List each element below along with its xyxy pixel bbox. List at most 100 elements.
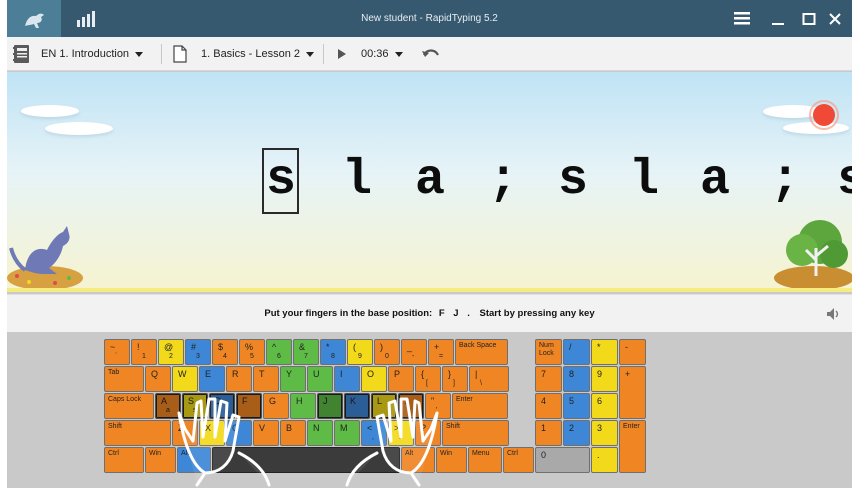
key--: ^ 6 — [266, 339, 292, 365]
key-label: 3 — [597, 423, 603, 433]
lesson-dropdown[interactable]: 1. Basics - Lesson 2 — [201, 37, 315, 71]
key-n: N — [307, 420, 333, 446]
course-label: EN 1. Introduction — [41, 48, 130, 60]
close-button[interactable] — [818, 0, 852, 37]
key--: >. — [388, 420, 414, 446]
course-dropdown[interactable]: EN 1. Introduction — [41, 37, 144, 71]
key-sublabel: ' — [436, 407, 438, 414]
key--: & 7 — [293, 339, 319, 365]
app-logo-button[interactable] — [7, 0, 61, 37]
key-p: P — [388, 366, 414, 392]
key-label: B — [286, 423, 293, 433]
text-cursor-box — [262, 148, 299, 214]
cloud — [21, 105, 79, 117]
numpad-key-enter: Enter — [619, 420, 646, 473]
key-h: H — [290, 393, 316, 419]
numpad-key--: + — [619, 366, 646, 419]
key--: % 5 — [239, 339, 265, 365]
chevron-down-icon — [306, 51, 315, 57]
toolbar-divider — [323, 44, 324, 64]
key--: :; — [398, 393, 424, 419]
key-label: > — [394, 423, 400, 433]
numpad-key-6: 6 — [591, 393, 618, 419]
lesson-text-line: s l a ; s l a ; s — [7, 148, 852, 218]
key-label: N — [313, 423, 320, 433]
key-label: _ — [407, 342, 413, 352]
undo-icon — [422, 49, 439, 57]
key-label: 7 — [541, 369, 547, 379]
minimize-button[interactable] — [761, 0, 795, 37]
restart-button[interactable] — [421, 37, 441, 71]
toolbar-divider — [161, 44, 162, 64]
cloud — [45, 122, 113, 135]
key-label: M — [340, 423, 348, 433]
key-alt: Alt — [177, 447, 211, 473]
key-label: 5 — [569, 396, 575, 406]
hamburger-menu-icon — [734, 12, 750, 25]
key-b: B — [280, 420, 306, 446]
document-icon — [173, 45, 187, 63]
numpad-key--: / — [563, 339, 590, 365]
key-label: Menu — [472, 450, 490, 457]
key-label: Y — [286, 369, 293, 379]
key-g: G — [263, 393, 289, 419]
key-label: Q — [151, 369, 159, 379]
key-f: F — [236, 393, 262, 419]
base-position-keys: F J . — [438, 308, 473, 319]
key-sublabel: ] — [453, 380, 455, 387]
statistics-button[interactable] — [61, 0, 111, 37]
lesson-char: a — [699, 152, 730, 209]
key-label: # — [191, 342, 197, 352]
key-label: Back Space — [459, 342, 497, 349]
numpad-key-2: 2 — [563, 420, 590, 446]
key-sublabel: \ — [480, 380, 482, 387]
instruction-bar: Put your fingers in the base position: F… — [7, 294, 852, 332]
sound-toggle-button[interactable] — [826, 307, 840, 324]
key-label: 9 — [597, 369, 603, 379]
main-menu-button[interactable] — [725, 0, 759, 37]
numpad-key-num-lock: Num Lock — [535, 339, 562, 365]
key-v: V — [253, 420, 279, 446]
key-label: Tab — [108, 369, 120, 376]
key-label: Win — [440, 450, 453, 457]
ground-strip — [7, 288, 852, 292]
key-label: K — [350, 396, 357, 406]
key-label: Shift — [446, 423, 461, 430]
key-label: A — [161, 396, 168, 406]
key-label: & — [299, 342, 306, 352]
timer-dropdown[interactable]: 00:36 — [361, 37, 403, 71]
key-e: E — [199, 366, 225, 392]
key--: ~ ` — [104, 339, 130, 365]
key-label: G — [269, 396, 277, 406]
play-button[interactable] — [337, 37, 347, 71]
key-sublabel: 3 — [196, 353, 200, 360]
numpad-key-5: 5 — [563, 393, 590, 419]
instruction-prefix: Put your fingers in the base position: — [264, 308, 433, 319]
key-label: ) — [380, 342, 383, 352]
timer-value: 00:36 — [361, 48, 389, 60]
maximize-icon — [802, 12, 816, 25]
key-ctrl: Ctrl — [503, 447, 534, 473]
key-y: Y — [280, 366, 306, 392]
lesson-char: ; — [487, 152, 518, 209]
key-label: E — [205, 369, 212, 379]
key-label: Enter — [456, 396, 473, 403]
key-label: J — [323, 396, 328, 406]
key-t: T — [253, 366, 279, 392]
sun-icon — [809, 100, 839, 130]
key-s: Ss — [182, 393, 208, 419]
key-sublabel: ; — [409, 407, 411, 414]
key-sublabel: ` — [115, 353, 118, 360]
key-label: ~ — [110, 342, 116, 352]
key-label: X — [205, 423, 212, 433]
numpad-key--: - — [619, 339, 646, 365]
numpad-key-7: 7 — [535, 366, 562, 392]
course-book-icon-button[interactable] — [13, 37, 30, 71]
lesson-page-icon — [173, 37, 187, 71]
minimize-icon — [772, 22, 784, 25]
numpad-key-9: 9 — [591, 366, 618, 392]
key-label: | — [475, 369, 478, 379]
lesson-char: s — [557, 152, 588, 209]
key--: ) 0 — [374, 339, 400, 365]
key-label: + — [625, 369, 631, 379]
